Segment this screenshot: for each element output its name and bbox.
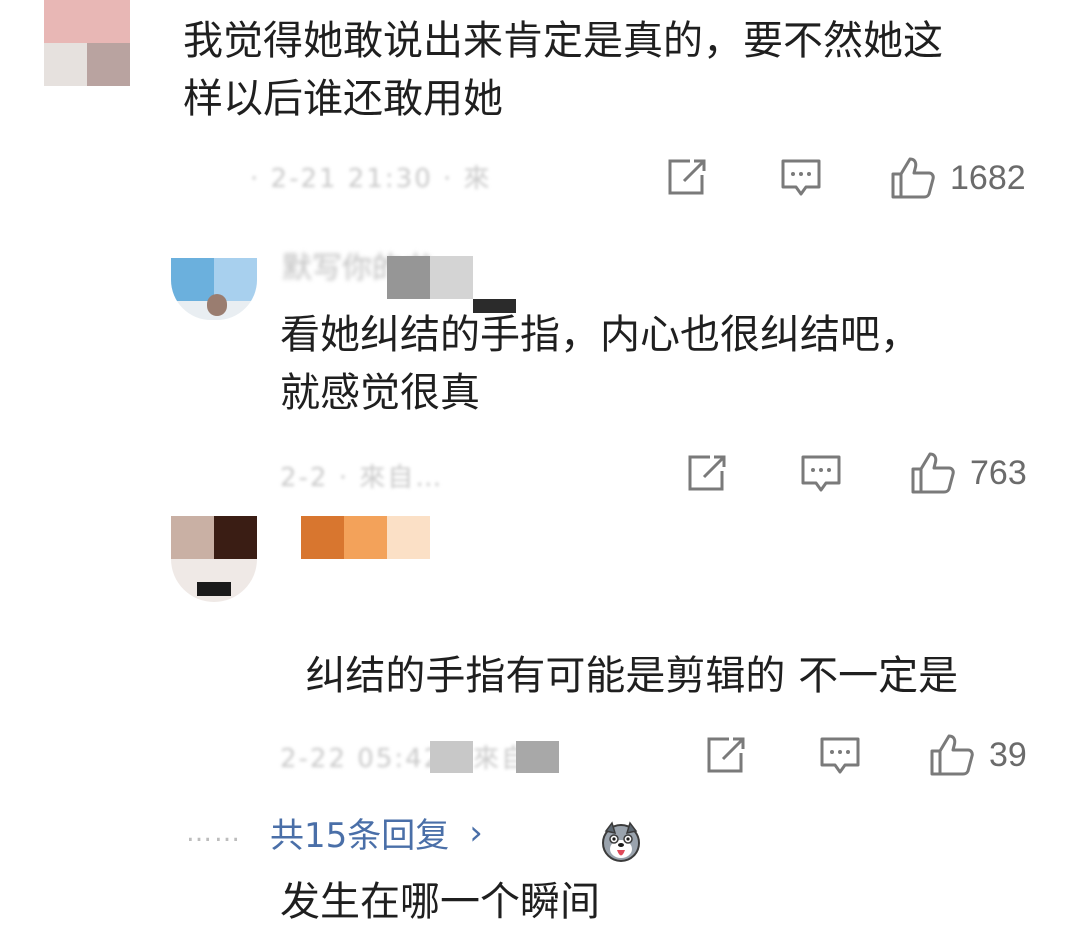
avatar[interactable] bbox=[44, 0, 130, 86]
avatar[interactable] bbox=[171, 258, 257, 320]
share-button[interactable] bbox=[686, 453, 728, 493]
pixelated-block bbox=[430, 741, 473, 773]
share-icon bbox=[707, 737, 745, 773]
like-button[interactable]: 763 bbox=[910, 451, 1027, 495]
reply-icon bbox=[781, 159, 821, 196]
reply-icon bbox=[801, 455, 841, 492]
comment-text: 我觉得她敢说出来肯定是真的，要不然她这 样以后谁还敢用她 bbox=[183, 18, 943, 122]
dog-emoji-icon bbox=[600, 705, 642, 862]
reply-button[interactable] bbox=[800, 454, 842, 494]
pixelated-block bbox=[516, 741, 559, 773]
comment-meta: · 2-21 21:30 · 來 bbox=[250, 164, 492, 194]
ellipsis-dots: …… bbox=[186, 817, 242, 848]
comment-meta: 2-22 05:42 · 來自 bbox=[280, 744, 529, 774]
share-button[interactable] bbox=[666, 157, 708, 197]
like-count: 39 bbox=[989, 735, 1027, 774]
comment-meta: 2-2 · 來自… bbox=[280, 463, 444, 493]
more-replies-row[interactable]: …… 共15条回复 › bbox=[186, 808, 483, 857]
like-count: 1682 bbox=[950, 158, 1026, 197]
chevron-right-icon: › bbox=[469, 812, 483, 853]
reply-icon bbox=[820, 737, 860, 774]
like-count: 763 bbox=[970, 453, 1027, 492]
avatar[interactable] bbox=[171, 516, 257, 602]
pixelated-block bbox=[301, 516, 430, 559]
like-icon bbox=[930, 734, 974, 776]
share-icon bbox=[688, 455, 726, 491]
like-icon bbox=[891, 157, 935, 199]
more-replies-link[interactable]: 共15条回复 bbox=[270, 808, 449, 857]
pixelated-block bbox=[387, 256, 473, 299]
like-button[interactable]: 1682 bbox=[890, 156, 1026, 200]
comment-text: 看她纠结的手指，内心也很纠结吧， 就感觉很真 bbox=[280, 312, 920, 416]
reply-button[interactable] bbox=[780, 158, 822, 198]
share-icon bbox=[668, 159, 706, 195]
share-button[interactable] bbox=[705, 735, 747, 775]
like-icon bbox=[911, 452, 955, 494]
like-button[interactable]: 39 bbox=[929, 733, 1027, 777]
reply-button[interactable] bbox=[819, 736, 861, 776]
